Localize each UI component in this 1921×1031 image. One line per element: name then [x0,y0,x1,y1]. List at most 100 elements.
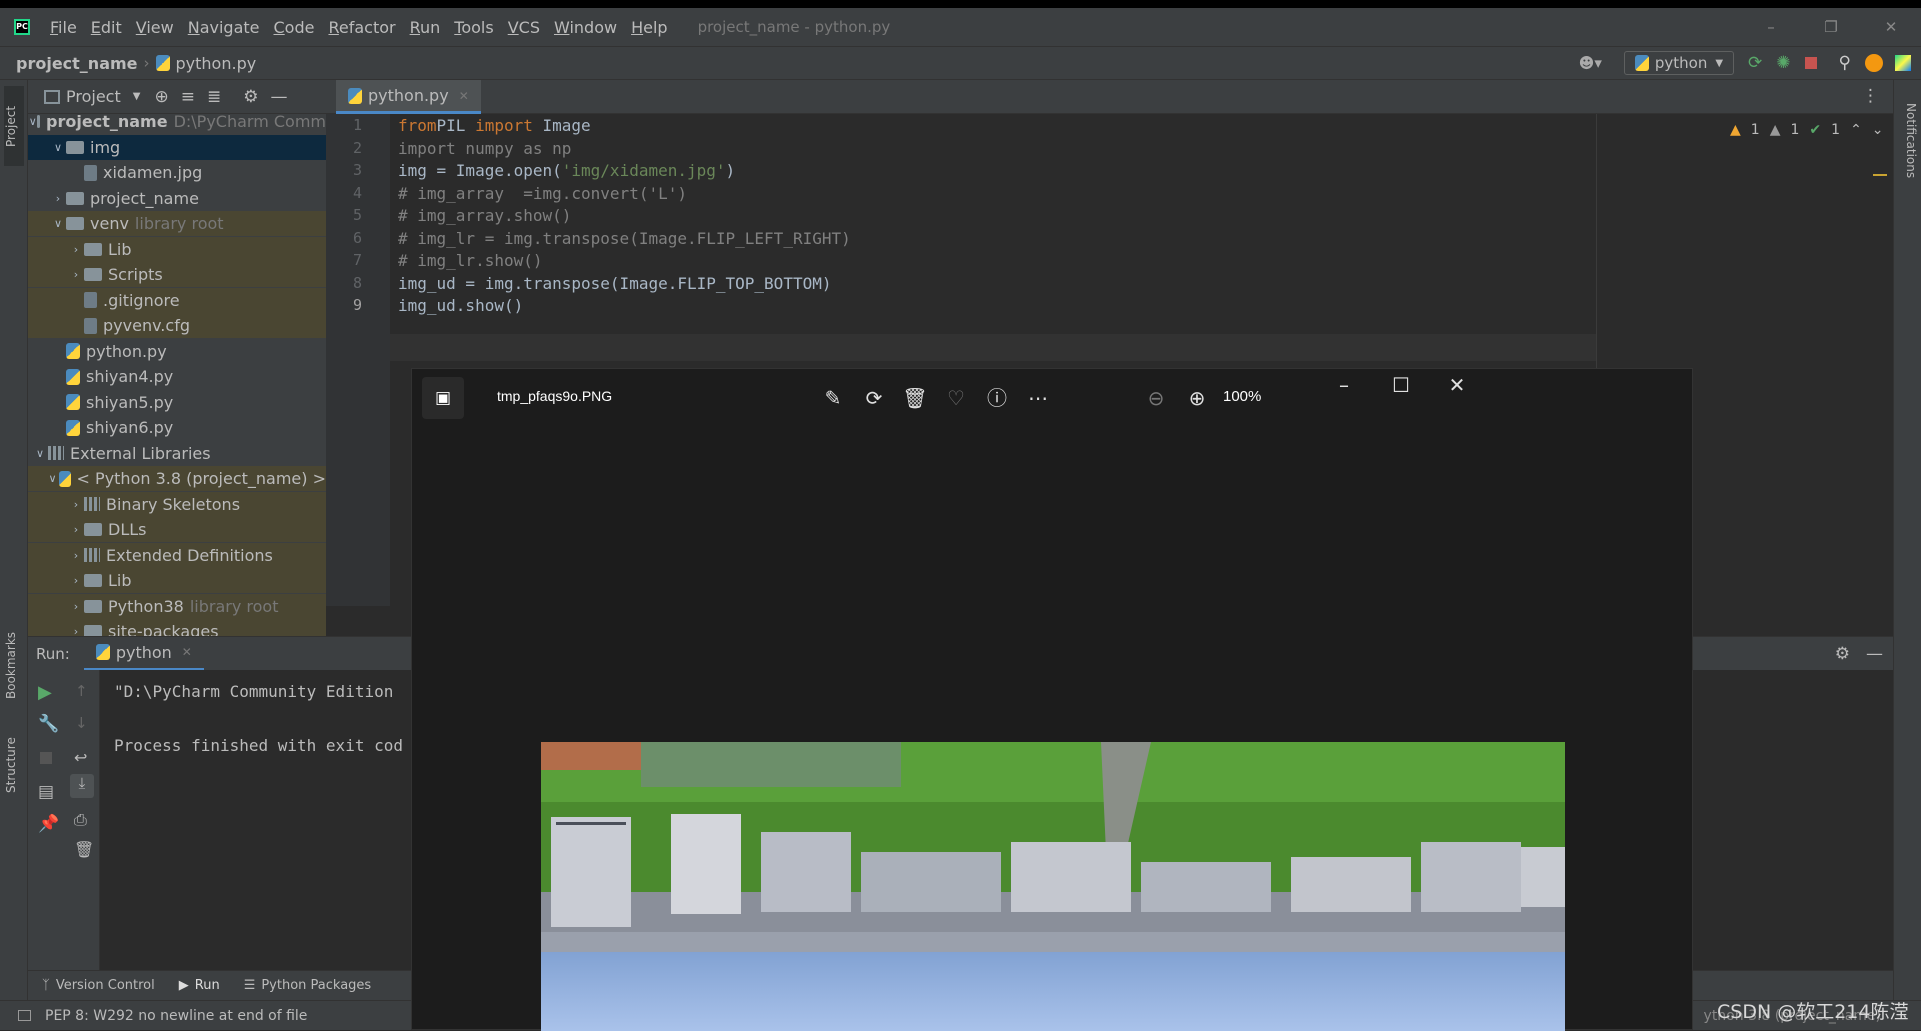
scroll-to-end-icon[interactable]: ⤓ [70,774,94,798]
tree-item[interactable]: ∨ venv library root [28,211,326,236]
favorite-icon[interactable]: ♡ [942,386,970,410]
chevron-right-icon[interactable]: › [68,625,84,636]
inspection-widget[interactable]: ▲ 1 ▲ 1 ✔ 1 ⌃ ⌄ [1730,122,1884,138]
structure-tool-tab[interactable]: Structure [4,720,24,810]
chevron-right-icon[interactable]: › [68,600,84,613]
chevron-right-icon[interactable]: › [50,192,66,205]
stop-icon[interactable] [40,752,52,764]
close-window-button[interactable]: ✕ [1861,18,1921,36]
tree-item[interactable]: › site-packages [28,619,326,636]
chevron-down-icon[interactable]: ▼ [133,91,141,102]
tree-item[interactable]: ∨ External Libraries [28,441,326,466]
tree-item[interactable]: ∨ project_name D:\PyCharm Comm [28,114,326,134]
tree-item[interactable]: xidamen.jpg [28,160,326,185]
gear-icon[interactable]: ⚙ [243,87,258,107]
chevron-right-icon[interactable]: › [68,549,84,562]
notifications-tool-tab[interactable]: Notifications [1898,86,1918,196]
menu-tools[interactable]: Tools [454,18,493,37]
python-packages-tab[interactable]: ☰ Python Packages [244,978,372,993]
menu-navigate[interactable]: Navigate [188,18,260,37]
menu-view[interactable]: View [136,18,174,37]
chevron-right-icon[interactable]: › [68,243,84,256]
menu-file[interactable]: File [50,18,77,37]
run-tab-python[interactable]: python ✕ [83,637,204,671]
run-tool-tab[interactable]: ▶ Run [179,978,220,993]
project-tool-tab[interactable]: Project [4,86,24,166]
restore-button[interactable]: ❐ [1801,18,1861,36]
tree-item[interactable]: .gitignore [28,287,326,313]
tree-item[interactable]: shiyan6.py [28,415,326,440]
tree-item[interactable]: python.py [28,339,326,364]
pin-icon[interactable]: 📌 [38,814,59,834]
tree-item[interactable]: pyvenv.cfg [28,313,326,338]
version-control-tab[interactable]: ᛉ Version Control [42,978,155,993]
tree-item[interactable]: › Lib [28,236,326,262]
locate-icon[interactable]: ⊕ [154,87,168,107]
editor-tab-python[interactable]: python.py ✕ [336,80,481,114]
layout-icon[interactable]: ▤ [38,782,54,802]
tree-item[interactable]: › project_name [28,186,326,211]
stop-icon[interactable] [1804,57,1817,69]
chevron-up-icon[interactable]: ⌃ [1850,122,1862,138]
expand-all-icon[interactable]: ≡ [181,87,195,107]
edit-image-icon[interactable]: ✎ [819,386,847,410]
chevron-down-icon[interactable]: ∨ [50,217,66,230]
jetbrains-icon[interactable] [1895,55,1911,71]
tree-item[interactable]: › DLLs [28,517,326,542]
menu-refactor[interactable]: Refactor [328,18,395,37]
run-config-select[interactable]: python ▼ [1623,51,1735,75]
arrow-down-icon[interactable]: ↓ [75,714,88,732]
menu-window[interactable]: Window [554,18,617,37]
tree-item[interactable]: ∨ < Python 3.8 (project_name) > [28,466,326,491]
tree-item[interactable]: › Lib [28,568,326,593]
user-icon[interactable]: ☻▾ [1579,54,1602,72]
chevron-right-icon[interactable]: › [68,574,84,587]
breadcrumb-file[interactable]: python.py [176,54,257,73]
tree-item[interactable]: shiyan4.py [28,364,326,389]
menu-vcs[interactable]: VCS [508,18,540,37]
close-tab-icon[interactable]: ✕ [459,89,469,103]
menu-help[interactable]: Help [631,18,667,37]
chevron-right-icon[interactable]: › [68,268,84,281]
run-icon[interactable]: ▶ [38,682,52,703]
arrow-up-icon[interactable]: ↑ [75,682,88,700]
maximize-button[interactable]: ☐ [1387,373,1415,397]
trash-icon[interactable]: 🗑 [74,840,94,859]
delete-icon[interactable]: 🗑 [901,386,929,410]
project-view-select[interactable]: Project [66,87,121,106]
chevron-down-icon[interactable]: ∨ [50,141,66,154]
chevron-down-icon[interactable]: ∨ [29,115,37,128]
tree-item[interactable]: › Binary Skeletons [28,491,326,517]
menu-edit[interactable]: Edit [91,18,122,37]
chevron-right-icon[interactable]: › [68,523,84,536]
chevron-down-icon[interactable]: ⌄ [1872,122,1884,138]
debug-icon[interactable]: ✺ [1776,53,1790,73]
more-options-icon[interactable]: ⋯ [1024,386,1052,410]
print-icon[interactable]: ⎙ [74,810,87,830]
search-icon[interactable]: ⚲ [1839,53,1851,73]
gallery-icon[interactable]: ▣ [422,377,464,419]
close-window-button[interactable]: ✕ [1443,373,1471,397]
info-icon[interactable]: ⓘ [983,386,1011,410]
chevron-down-icon[interactable]: ∨ [46,472,59,485]
gear-icon[interactable]: ⚙ [1835,644,1850,664]
chevron-down-icon[interactable]: ∨ [32,447,48,460]
soft-wrap-icon[interactable]: ↩ [74,748,87,767]
wrench-icon[interactable]: 🔧 [38,714,59,734]
zoom-out-icon[interactable]: ⊖ [1142,386,1170,410]
breadcrumb-project[interactable]: project_name [16,54,138,73]
more-options-icon[interactable]: ⋮ [1862,86,1879,106]
tree-item[interactable]: › Python38 library root [28,593,326,619]
zoom-in-icon[interactable]: ⊕ [1183,386,1211,410]
tree-item[interactable]: › Extended Definitions [28,542,326,568]
minimize-button[interactable]: – [1741,18,1801,36]
toggle-tool-windows-icon[interactable] [18,1010,31,1021]
tree-item[interactable]: shiyan5.py [28,390,326,415]
tree-item[interactable]: › Scripts [28,262,326,287]
minimize-button[interactable]: – [1330,373,1358,397]
menu-code[interactable]: Code [274,18,315,37]
rotate-icon[interactable]: ⟳ [860,386,888,410]
rerun-icon[interactable]: ⟳ [1748,53,1762,73]
hide-panel-icon[interactable]: — [1866,644,1883,664]
close-tab-icon[interactable]: ✕ [182,645,192,659]
